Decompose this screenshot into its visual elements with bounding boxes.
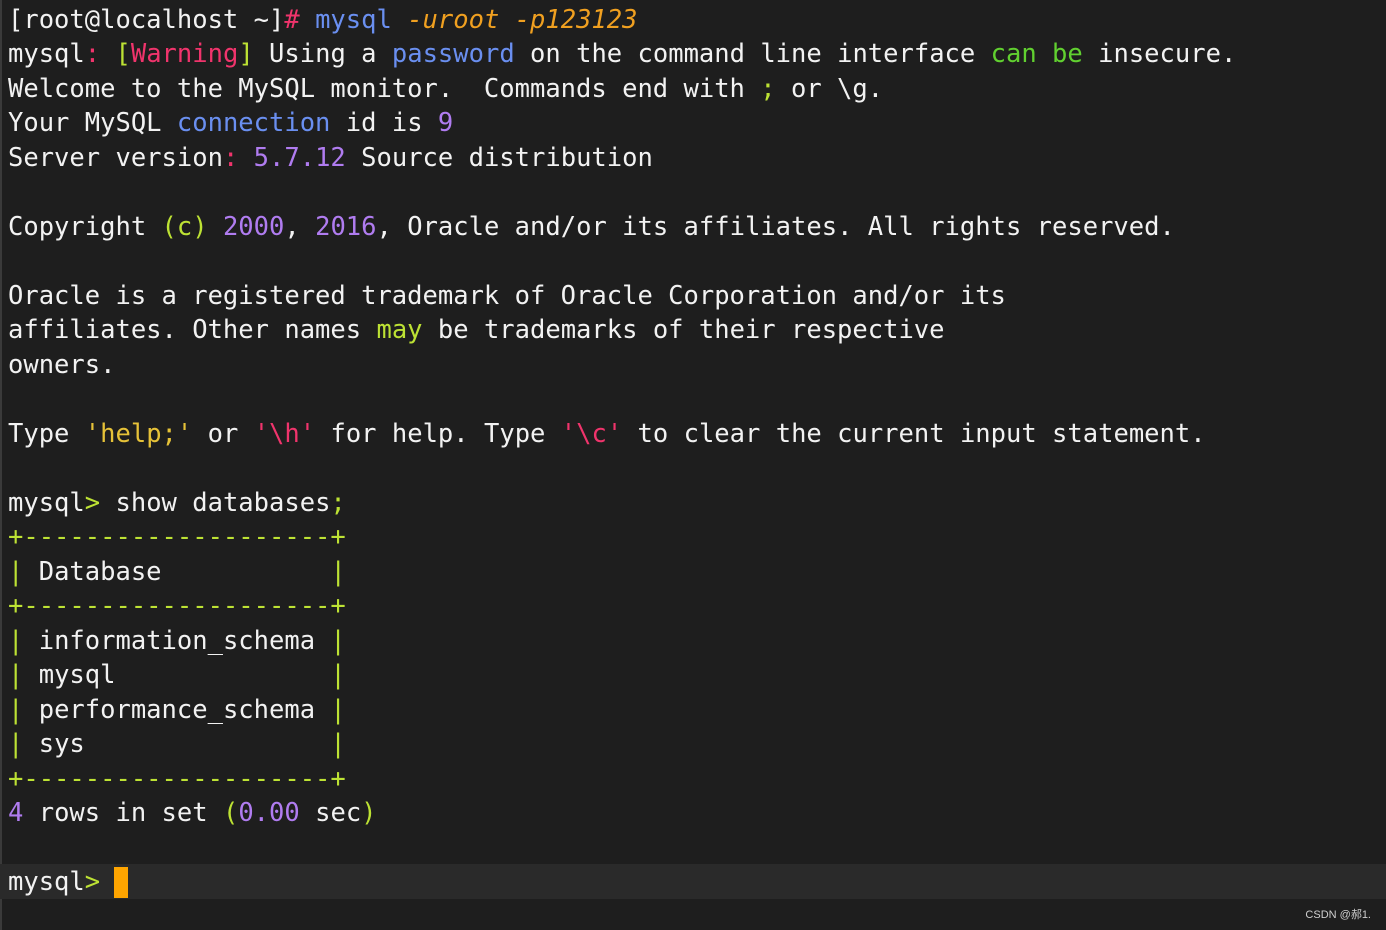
help-string-c: '\c' <box>560 419 623 449</box>
server-version-rest: Source distribution <box>361 143 653 173</box>
copyright-rest: , Oracle and/or its affiliates. All righ… <box>376 212 1175 242</box>
help-text-1: Type <box>8 419 70 449</box>
table-row: | mysql | <box>8 658 346 693</box>
connection-word: connection <box>176 108 331 138</box>
table-row: | performance_schema | <box>8 693 346 728</box>
trademark-line-3: owners. <box>8 350 116 380</box>
table-pipe: | <box>330 729 346 759</box>
query-prompt: mysql <box>8 488 85 518</box>
table-pipe: | <box>8 626 24 656</box>
result-row-count: 4 <box>8 798 24 828</box>
table-pipe: | <box>330 660 346 690</box>
table-cell: information_schema <box>38 626 316 656</box>
query-line: mysql> show databases; <box>8 486 346 521</box>
warning-line: mysql: [Warning] Using a password on the… <box>8 37 1236 72</box>
window-left-edge <box>0 0 2 930</box>
server-version-colon: : <box>222 143 239 173</box>
copyright-c: (c) <box>161 212 208 242</box>
watermark: CSDN @郝1. <box>1305 909 1371 921</box>
table-border-bottom: +--------------------+ <box>8 764 346 794</box>
text-cursor[interactable] <box>114 866 129 898</box>
help-string-help: 'help;' <box>84 419 193 449</box>
result-text: rows in set <box>38 798 208 828</box>
warning-text-2: on the command line interface <box>530 39 976 69</box>
warning-label: Warning <box>130 39 239 69</box>
arg-password: -p123123 <box>514 5 638 35</box>
command-mysql: mysql <box>315 5 392 35</box>
copyright-text: Copyright <box>8 212 147 242</box>
current-input-row[interactable] <box>0 864 1386 899</box>
copyright-year-end: 2016 <box>315 212 377 242</box>
arg-user: -uroot <box>407 5 500 35</box>
trademark-may-word: may <box>376 315 423 345</box>
result-paren-open: ( <box>222 798 239 828</box>
copyright-line: Copyright (c) 2000, 2016, Oracle and/or … <box>8 210 1175 245</box>
table-row: | information_schema | <box>8 624 346 659</box>
shell-command-line: [root@localhost ~]# mysql -uroot -p12312… <box>8 3 638 38</box>
welcome-line: Welcome to the MySQL monitor. Commands e… <box>8 72 883 107</box>
warning-colon: : <box>84 39 101 69</box>
terminal-window[interactable]: [root@localhost ~]# mysql -uroot -p12312… <box>0 0 1386 930</box>
warning-text-3: insecure. <box>1098 39 1237 69</box>
help-string-h: '\h' <box>253 419 316 449</box>
trademark-line-2: affiliates. Other names may be trademark… <box>8 313 945 348</box>
warning-text-1: Using a <box>269 39 377 69</box>
input-prompt-gt: > <box>84 867 101 897</box>
welcome-text-1: Welcome to the MySQL monitor. Commands e… <box>8 74 745 104</box>
result-sec: sec <box>315 798 362 828</box>
help-line: Type 'help;' or '\h' for help. Type '\c'… <box>8 417 1206 452</box>
connection-id-value: 9 <box>437 108 454 138</box>
table-cell: mysql <box>38 660 116 690</box>
warning-bracket-open: [ <box>115 39 131 69</box>
server-version-label: Server version <box>8 143 223 173</box>
table-pipe: | <box>8 729 24 759</box>
query-semicolon: ; <box>330 488 346 518</box>
result-summary-line: 4 rows in set (0.00 sec) <box>8 796 377 831</box>
help-text-4: to clear the current input statement. <box>637 419 1206 449</box>
input-prompt: mysql <box>8 867 85 897</box>
server-version-value: 5.7.12 <box>253 143 346 173</box>
trademark-text-1: affiliates. Other names <box>8 315 362 345</box>
result-paren-close: ) <box>361 798 377 828</box>
table-pipe: | <box>8 695 24 725</box>
table-border-mid: +--------------------+ <box>8 591 346 621</box>
trademark-line-1: Oracle is a registered trademark of Orac… <box>8 281 1006 311</box>
table-row: | sys | <box>8 727 346 762</box>
table-pipe: | <box>330 695 346 725</box>
help-text-3: for help. Type <box>330 419 546 449</box>
shell-prompt: [root@localhost ~] <box>8 5 285 35</box>
connection-text-2: id is <box>345 108 423 138</box>
connection-id-line: Your MySQL connection id is 9 <box>8 106 453 141</box>
input-prompt-line[interactable]: mysql> <box>8 865 129 900</box>
table-cell: sys <box>38 729 85 759</box>
table-pipe: | <box>8 660 24 690</box>
query-command: show databases <box>115 488 331 518</box>
table-pipe: | <box>330 626 346 656</box>
welcome-semicolon: ; <box>760 74 776 104</box>
table-pipe: | <box>8 557 24 587</box>
table-cell: performance_schema <box>38 695 316 725</box>
warning-prefix: mysql <box>8 39 85 69</box>
server-version-line: Server version: 5.7.12 Source distributi… <box>8 141 653 176</box>
warning-password-word: password <box>391 39 515 69</box>
warning-can-word: can <box>990 39 1037 69</box>
warning-be-word: be <box>1052 39 1083 69</box>
table-header-row: | Database | <box>8 555 346 590</box>
copyright-comma: , <box>284 212 300 242</box>
copyright-year-start: 2000 <box>222 212 285 242</box>
shell-hash: # <box>284 5 300 35</box>
warning-bracket-close: ] <box>238 39 254 69</box>
table-header-database: Database <box>38 557 162 587</box>
welcome-text-2: or \g. <box>791 74 884 104</box>
table-pipe: | <box>330 557 346 587</box>
result-time: 0.00 <box>238 798 300 828</box>
query-prompt-gt: > <box>84 488 101 518</box>
help-text-2: or <box>207 419 239 449</box>
connection-text-1: Your MySQL <box>8 108 162 138</box>
trademark-text-2: be trademarks of their respective <box>437 315 945 345</box>
table-border-top: +--------------------+ <box>8 522 346 552</box>
